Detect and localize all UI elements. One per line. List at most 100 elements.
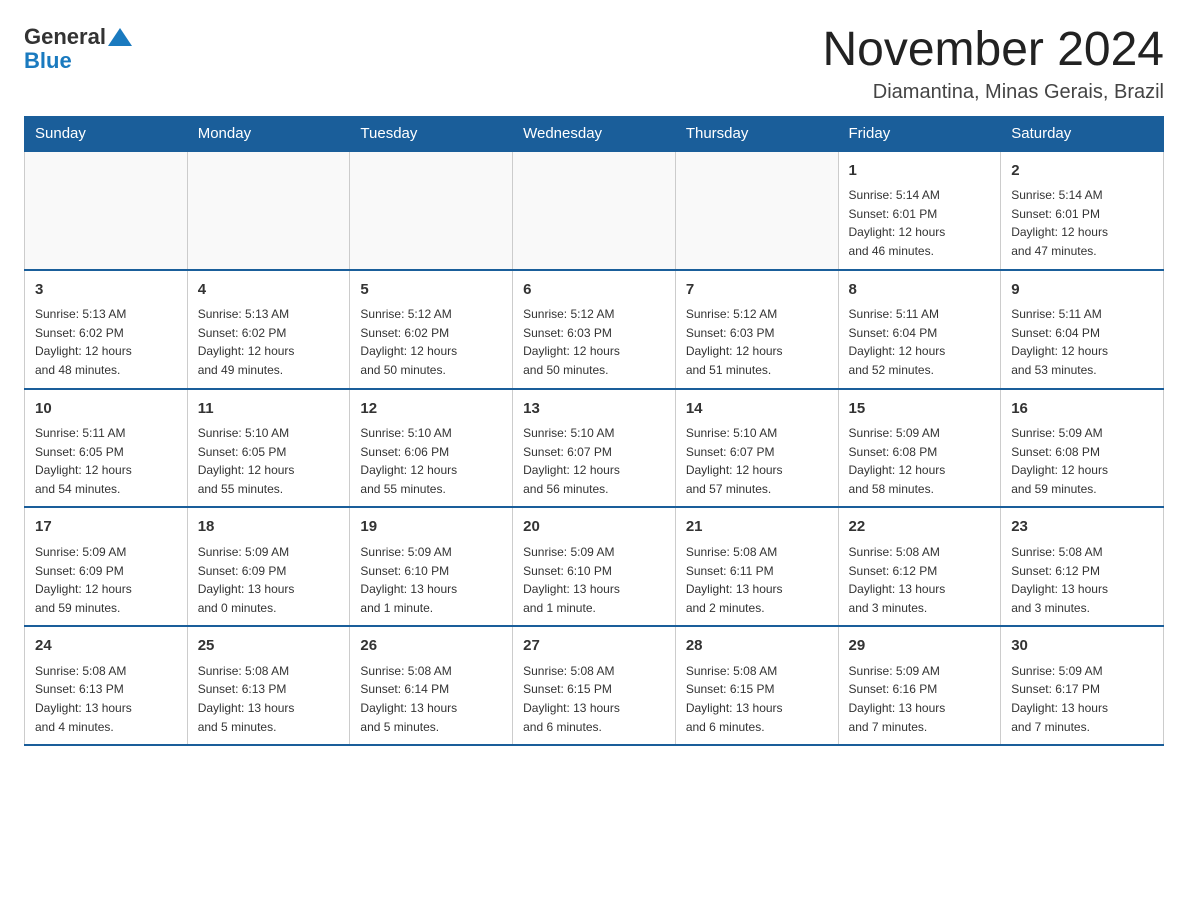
day-info: Sunrise: 5:14 AM Sunset: 6:01 PM Dayligh…: [1011, 186, 1153, 260]
day-info: Sunrise: 5:11 AM Sunset: 6:04 PM Dayligh…: [849, 305, 991, 379]
day-info: Sunrise: 5:09 AM Sunset: 6:10 PM Dayligh…: [360, 543, 502, 617]
calendar-cell: 23Sunrise: 5:08 AM Sunset: 6:12 PM Dayli…: [1001, 507, 1164, 626]
logo-general-text: General: [24, 24, 106, 50]
day-info: Sunrise: 5:09 AM Sunset: 6:16 PM Dayligh…: [849, 662, 991, 736]
day-info: Sunrise: 5:08 AM Sunset: 6:14 PM Dayligh…: [360, 662, 502, 736]
calendar-cell: [187, 151, 350, 270]
day-number: 24: [35, 635, 177, 658]
calendar-week-row: 17 Sunrise: 5:09 AM Sunset: 6:09 PM Dayli…: [25, 507, 1164, 626]
calendar-cell: 1 Sunrise: 5:14 AM Sunset: 6:01 PM Daylig…: [838, 151, 1001, 270]
calendar-cell: 21 Sunrise: 5:08 AM Sunset: 6:11 PM Dayli…: [675, 507, 838, 626]
day-number: 1: [849, 160, 991, 183]
calendar-cell: 30 Sunrise: 5:09 AM Sunset: 6:17 PM Dayli…: [1001, 626, 1164, 745]
calendar-cell: 29 Sunrise: 5:09 AM Sunset: 6:16 PM Dayli…: [838, 626, 1001, 745]
calendar-week-row: 1 Sunrise: 5:14 AM Sunset: 6:01 PM Daylig…: [25, 151, 1164, 270]
calendar-cell: 27Sunrise: 5:08 AM Sunset: 6:15 PM Dayli…: [513, 626, 676, 745]
day-number: 18: [198, 516, 340, 539]
calendar-cell: 26 Sunrise: 5:08 AM Sunset: 6:14 PM Dayli…: [350, 626, 513, 745]
calendar-cell: 11Sunrise: 5:10 AM Sunset: 6:05 PM Dayli…: [187, 389, 350, 508]
day-number: 27: [523, 635, 665, 658]
calendar-week-row: 10 Sunrise: 5:11 AM Sunset: 6:05 PM Dayli…: [25, 389, 1164, 508]
logo-blue-text: Blue: [24, 48, 132, 74]
day-info: Sunrise: 5:12 AM Sunset: 6:02 PM Dayligh…: [360, 305, 502, 379]
day-number: 7: [686, 279, 828, 302]
calendar-cell: [675, 151, 838, 270]
logo-triangle-icon: [108, 28, 132, 46]
calendar-cell: [25, 151, 188, 270]
day-number: 30: [1011, 635, 1153, 658]
calendar-cell: 20 Sunrise: 5:09 AM Sunset: 6:10 PM Dayli…: [513, 507, 676, 626]
day-number: 19: [360, 516, 502, 539]
calendar-cell: [513, 151, 676, 270]
calendar-week-row: 3 Sunrise: 5:13 AM Sunset: 6:02 PM Daylig…: [25, 270, 1164, 389]
day-info: Sunrise: 5:14 AM Sunset: 6:01 PM Dayligh…: [849, 186, 991, 260]
calendar-cell: 16Sunrise: 5:09 AM Sunset: 6:08 PM Dayli…: [1001, 389, 1164, 508]
location-subtitle: Diamantina, Minas Gerais, Brazil: [822, 81, 1164, 104]
day-number: 5: [360, 279, 502, 302]
logo: General Blue: [24, 24, 132, 74]
calendar-cell: 12Sunrise: 5:10 AM Sunset: 6:06 PM Dayli…: [350, 389, 513, 508]
calendar-cell: 4Sunrise: 5:13 AM Sunset: 6:02 PM Daylig…: [187, 270, 350, 389]
day-number: 17: [35, 516, 177, 539]
calendar-header-row: SundayMondayTuesdayWednesdayThursdayFrid…: [25, 116, 1164, 151]
day-number: 2: [1011, 160, 1153, 183]
day-number: 29: [849, 635, 991, 658]
calendar-cell: 19 Sunrise: 5:09 AM Sunset: 6:10 PM Dayli…: [350, 507, 513, 626]
day-info: Sunrise: 5:09 AM Sunset: 6:08 PM Dayligh…: [1011, 424, 1153, 498]
title-block: November 2024 Diamantina, Minas Gerais, …: [822, 24, 1164, 104]
calendar-cell: 18 Sunrise: 5:09 AM Sunset: 6:09 PM Dayli…: [187, 507, 350, 626]
day-number: 21: [686, 516, 828, 539]
day-number: 3: [35, 279, 177, 302]
calendar-cell: 13Sunrise: 5:10 AM Sunset: 6:07 PM Dayli…: [513, 389, 676, 508]
weekday-header-sunday: Sunday: [25, 116, 188, 151]
calendar-cell: 2 Sunrise: 5:14 AM Sunset: 6:01 PM Daylig…: [1001, 151, 1164, 270]
calendar-cell: 3 Sunrise: 5:13 AM Sunset: 6:02 PM Daylig…: [25, 270, 188, 389]
calendar-cell: 7 Sunrise: 5:12 AM Sunset: 6:03 PM Daylig…: [675, 270, 838, 389]
day-number: 8: [849, 279, 991, 302]
day-number: 23: [1011, 516, 1153, 539]
day-info: Sunrise: 5:13 AM Sunset: 6:02 PM Dayligh…: [35, 305, 177, 379]
day-number: 20: [523, 516, 665, 539]
day-info: Sunrise: 5:08 AM Sunset: 6:11 PM Dayligh…: [686, 543, 828, 617]
day-number: 22: [849, 516, 991, 539]
weekday-header-tuesday: Tuesday: [350, 116, 513, 151]
day-info: Sunrise: 5:09 AM Sunset: 6:09 PM Dayligh…: [35, 543, 177, 617]
calendar-cell: 10 Sunrise: 5:11 AM Sunset: 6:05 PM Dayli…: [25, 389, 188, 508]
calendar-table: SundayMondayTuesdayWednesdayThursdayFrid…: [24, 116, 1164, 746]
day-info: Sunrise: 5:08 AM Sunset: 6:12 PM Dayligh…: [849, 543, 991, 617]
day-number: 15: [849, 398, 991, 421]
weekday-header-friday: Friday: [838, 116, 1001, 151]
calendar-cell: 25Sunrise: 5:08 AM Sunset: 6:13 PM Dayli…: [187, 626, 350, 745]
day-info: Sunrise: 5:10 AM Sunset: 6:06 PM Dayligh…: [360, 424, 502, 498]
weekday-header-saturday: Saturday: [1001, 116, 1164, 151]
calendar-cell: 22 Sunrise: 5:08 AM Sunset: 6:12 PM Dayli…: [838, 507, 1001, 626]
day-number: 10: [35, 398, 177, 421]
day-info: Sunrise: 5:09 AM Sunset: 6:10 PM Dayligh…: [523, 543, 665, 617]
day-info: Sunrise: 5:08 AM Sunset: 6:15 PM Dayligh…: [686, 662, 828, 736]
day-number: 26: [360, 635, 502, 658]
calendar-week-row: 24 Sunrise: 5:08 AM Sunset: 6:13 PM Dayli…: [25, 626, 1164, 745]
day-number: 14: [686, 398, 828, 421]
calendar-cell: 9Sunrise: 5:11 AM Sunset: 6:04 PM Daylig…: [1001, 270, 1164, 389]
day-info: Sunrise: 5:12 AM Sunset: 6:03 PM Dayligh…: [686, 305, 828, 379]
day-number: 11: [198, 398, 340, 421]
day-info: Sunrise: 5:11 AM Sunset: 6:05 PM Dayligh…: [35, 424, 177, 498]
day-number: 9: [1011, 279, 1153, 302]
day-info: Sunrise: 5:08 AM Sunset: 6:13 PM Dayligh…: [35, 662, 177, 736]
day-info: Sunrise: 5:09 AM Sunset: 6:09 PM Dayligh…: [198, 543, 340, 617]
weekday-header-thursday: Thursday: [675, 116, 838, 151]
page-header: General Blue November 2024 Diamantina, M…: [24, 24, 1164, 104]
day-info: Sunrise: 5:09 AM Sunset: 6:17 PM Dayligh…: [1011, 662, 1153, 736]
calendar-cell: [350, 151, 513, 270]
calendar-cell: 24 Sunrise: 5:08 AM Sunset: 6:13 PM Dayli…: [25, 626, 188, 745]
month-title: November 2024: [822, 24, 1164, 77]
weekday-header-wednesday: Wednesday: [513, 116, 676, 151]
day-number: 28: [686, 635, 828, 658]
calendar-cell: 15Sunrise: 5:09 AM Sunset: 6:08 PM Dayli…: [838, 389, 1001, 508]
day-info: Sunrise: 5:08 AM Sunset: 6:13 PM Dayligh…: [198, 662, 340, 736]
day-info: Sunrise: 5:12 AM Sunset: 6:03 PM Dayligh…: [523, 305, 665, 379]
day-info: Sunrise: 5:13 AM Sunset: 6:02 PM Dayligh…: [198, 305, 340, 379]
calendar-cell: 14Sunrise: 5:10 AM Sunset: 6:07 PM Dayli…: [675, 389, 838, 508]
calendar-cell: 5 Sunrise: 5:12 AM Sunset: 6:02 PM Daylig…: [350, 270, 513, 389]
day-number: 13: [523, 398, 665, 421]
